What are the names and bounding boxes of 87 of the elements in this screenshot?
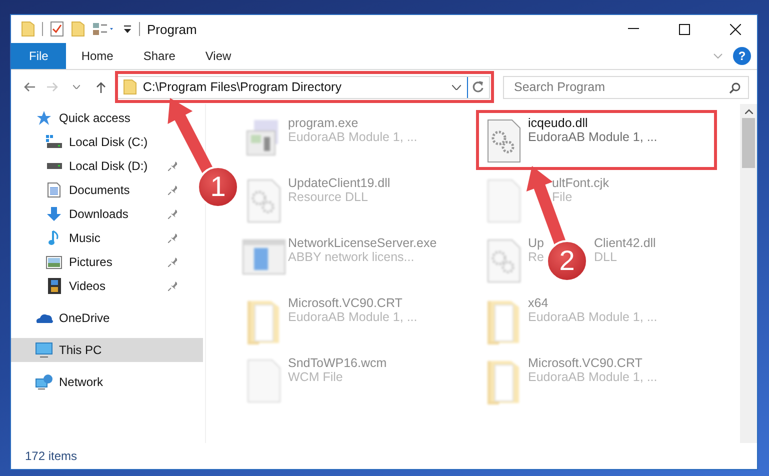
drive-icon	[46, 162, 62, 170]
scroll-thumb[interactable]	[742, 118, 755, 168]
ribbon-tab[interactable]: Home	[66, 43, 128, 69]
address-path: C:\Program Files\Program Directory	[142, 80, 342, 94]
drive-icon	[46, 135, 62, 149]
sidebar-item[interactable]: Pictures	[11, 250, 183, 274]
pin-icon[interactable]	[168, 209, 177, 219]
network-icon	[35, 374, 53, 390]
gear-file-icon	[487, 239, 521, 283]
help-button[interactable]: ?	[733, 47, 751, 65]
address-bar[interactable]: C:\Program Files\Program Directory	[116, 76, 490, 98]
file-description: DLL	[594, 250, 617, 264]
ribbon-tab[interactable]: File	[11, 43, 66, 69]
pin-icon[interactable]	[168, 281, 177, 291]
sidebar-item[interactable]: Local Disk (C:)	[11, 130, 183, 154]
pin-icon[interactable]	[168, 161, 177, 171]
sidebar-item[interactable]: Videos	[11, 274, 183, 298]
sidebar-item[interactable]: Downloads	[11, 202, 183, 226]
search-field[interactable]: Search Program	[502, 76, 749, 98]
folder-icon	[247, 299, 281, 345]
file-description: Resource DLL	[288, 190, 368, 204]
film-icon	[48, 278, 60, 294]
file-description: ABBY network licens...	[288, 250, 414, 264]
file-description: EudoraAB Module 1, ...	[288, 310, 418, 324]
picture-icon	[46, 256, 62, 268]
application-window-icon	[242, 239, 286, 275]
maximize-icon	[678, 24, 690, 34]
sidebar-item[interactable]: Music	[11, 226, 183, 250]
sidebar-item[interactable]: Documents	[11, 178, 183, 202]
file-name: UpdateClient19.dll	[288, 176, 390, 190]
star-icon	[36, 110, 52, 126]
file-description: EudoraAB Module 1, ...	[528, 310, 658, 324]
window-title: Program	[147, 22, 197, 36]
sidebar-item[interactable]: Local Disk (D:)	[11, 154, 183, 178]
file-name: program.exe	[288, 116, 358, 130]
file-name: x64	[528, 296, 548, 310]
file-description: Re	[528, 250, 544, 264]
pin-icon[interactable]	[168, 257, 177, 267]
ribbon-tab[interactable]: Share	[128, 43, 190, 69]
gear-file-icon	[487, 119, 521, 163]
properties-icon[interactable]	[50, 21, 64, 37]
search-icon	[728, 82, 741, 94]
refresh-icon	[472, 81, 484, 93]
up-arrow-icon	[96, 81, 106, 93]
pin-icon[interactable]	[168, 185, 177, 195]
computer-icon	[35, 342, 53, 358]
dropdown-icon[interactable]	[123, 24, 132, 34]
file-description: EudoraAB Module 1, ...	[528, 130, 658, 144]
file-description: EudoraAB Module 1, ...	[288, 130, 418, 144]
file-description: EudoraAB Module 1, ...	[528, 370, 658, 384]
folder-icon	[21, 21, 35, 37]
scrollbar[interactable]	[740, 104, 757, 443]
ribbon-tab[interactable]: View	[190, 43, 246, 69]
scroll-up-icon[interactable]	[744, 109, 752, 114]
close-icon	[730, 24, 740, 34]
file-name: icqeudo.dll	[528, 116, 588, 130]
back-arrow-icon	[22, 82, 35, 92]
download-icon	[46, 206, 62, 222]
expand-ribbon-icon[interactable]	[713, 53, 723, 59]
file-description: WCM File	[288, 370, 343, 384]
folder-icon	[122, 79, 137, 95]
gear-file-icon	[247, 179, 281, 223]
chevron-down-icon[interactable]	[452, 84, 461, 90]
sidebar-item[interactable]: Quick access	[11, 106, 161, 130]
folder-icon	[71, 21, 85, 37]
sidebar-item[interactable]: Network	[11, 370, 161, 394]
document-icon	[47, 182, 61, 198]
folder-icon	[487, 359, 521, 405]
file-name: Up	[528, 236, 544, 250]
file-name: NetworkLicenseServer.exe	[288, 236, 437, 250]
minimize-icon	[628, 28, 638, 30]
folder-icon	[487, 299, 521, 345]
sidebar-item[interactable]: OneDrive	[11, 306, 161, 330]
file-name: Microsoft.VC90.CRT	[288, 296, 402, 310]
chevron-down-icon	[73, 85, 80, 89]
item-count: 172 items	[25, 449, 78, 463]
pin-icon[interactable]	[168, 233, 177, 243]
file-name: Microsoft.VC90.CRT	[528, 356, 642, 370]
file-description: File	[552, 190, 572, 204]
view-options-icon[interactable]	[92, 22, 116, 36]
sidebar-item[interactable]: This PC	[11, 338, 203, 362]
file-name: ultFont.cjk	[552, 176, 609, 190]
music-note-icon	[48, 230, 60, 246]
file-name: Client42.dll	[594, 236, 656, 250]
forward-arrow-icon	[46, 82, 59, 92]
file-name: SndToWP16.wcm	[288, 356, 387, 370]
cloud-icon	[35, 312, 53, 324]
